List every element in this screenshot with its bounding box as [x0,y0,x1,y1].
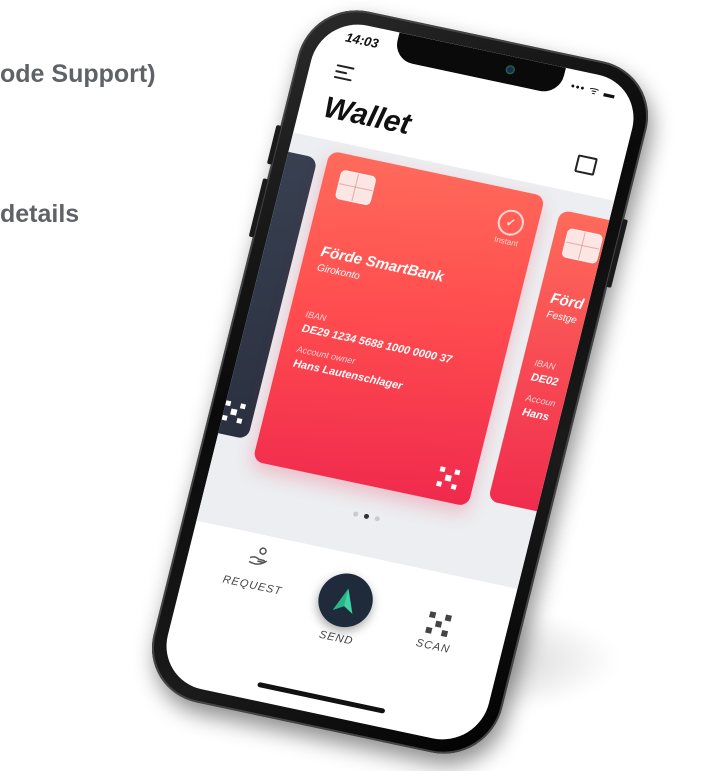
page-title: Wallet [320,90,415,142]
send-label: SEND [317,628,355,648]
menu-icon[interactable] [333,64,355,85]
scan-label: SCAN [414,637,452,656]
qr-code-icon [425,611,452,638]
send-fab[interactable] [312,568,379,633]
paper-plane-icon [332,588,353,615]
send-button[interactable]: SEND [291,565,397,654]
pager-dot[interactable] [352,511,359,518]
pager-dot-active[interactable] [363,513,370,520]
card-iban-value: DE02 [529,371,560,389]
background-heading-2: details [0,200,80,228]
instant-label: Instant [493,234,519,249]
card-owner-value: Hans [520,406,551,424]
status-time: 14:03 [344,29,381,52]
card-iban-label: IBAN [304,309,328,324]
status-icons: ••• ᯤ ▬ [569,80,618,102]
card-iban-label: IBAN [533,357,557,372]
front-camera [504,64,516,76]
qr-code-icon [221,400,246,424]
card-owner-label: Accoun [524,392,557,409]
card-account-type: Festge [545,309,578,327]
instant-badge: ✓ Instant [492,207,527,249]
background-heading-1: ode Support) [0,60,156,88]
request-button[interactable]: REQUEST [212,537,302,600]
card-chip [334,169,377,206]
cards-icon[interactable] [574,154,598,176]
qr-code-icon[interactable] [435,466,461,490]
card-chip [561,227,604,265]
check-icon: ✓ [494,207,527,238]
card-bank-name: Förde SmartBank [319,243,446,286]
scan-button[interactable]: SCAN [392,605,480,660]
